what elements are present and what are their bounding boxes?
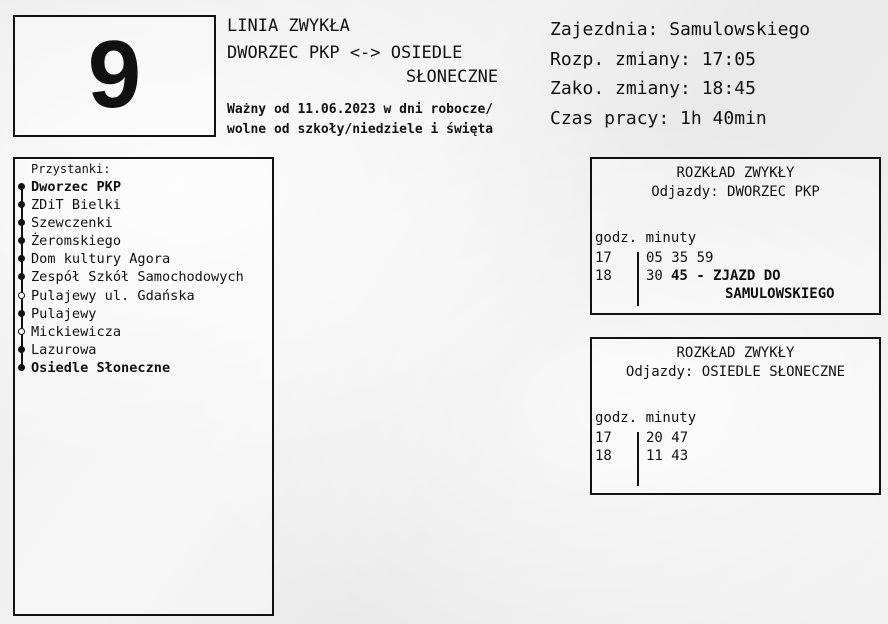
stop-dot-icon <box>18 309 25 317</box>
stop-name: ZDiT Bielki <box>31 197 122 214</box>
timetable-direction: Odjazdy: DWORZEC PKP <box>651 184 820 200</box>
stop-dot-icon <box>18 291 25 299</box>
route-line-1: DWORZEC PKP <-> OSIEDLE <box>227 43 463 63</box>
stop-name: Osiedle Słoneczne <box>31 359 171 376</box>
stops-list: Dworzec PKP ZDiT Bielki Szewczenki Żerom… <box>15 178 244 377</box>
stop-name: Lazurowa <box>31 341 97 358</box>
stops-panel: Przystanki: Dworzec PKP ZDiT Bielki Szew… <box>13 157 274 616</box>
stop-item: Dom kultury Agora <box>15 250 244 268</box>
stop-item: Żeromskiego <box>15 232 244 250</box>
stop-item: Pulajewy <box>15 305 244 323</box>
stop-item: Lazurowa <box>15 341 244 359</box>
line-type: LINIA ZWYKŁA <box>227 16 350 36</box>
route-line-2: SŁONECZNE <box>406 67 499 87</box>
validity-note: Ważny od 11.06.2023 w dni robocze/ wolne… <box>227 100 493 140</box>
stop-item: Mickiewicza <box>15 323 244 341</box>
stop-name: Pulajewy ul. Gdańska <box>31 287 195 304</box>
timetable-title: ROZKŁAD ZWYKŁY <box>676 345 795 361</box>
depot-return-note-2: SAMULOWSKIEGO <box>725 286 835 302</box>
stop-dot-icon <box>18 273 25 281</box>
timetable-columns: godz. minuty <box>595 410 697 426</box>
depot-return-note: 45 - ZJAZD DO <box>671 268 781 284</box>
stop-dot-icon <box>18 237 25 245</box>
minutes-cell: 05 35 59 <box>646 250 714 266</box>
work-time: Czas pracy: 1h 40min <box>550 107 767 129</box>
minutes-cell: 30 <box>646 268 663 284</box>
timetable-dworzec-pkp: ROZKŁAD ZWYKŁY Odjazdy: DWORZEC PKP godz… <box>590 157 881 315</box>
stop-dot-icon <box>18 327 25 335</box>
stop-dot-icon <box>18 363 25 371</box>
hour-cell: 17 <box>595 430 612 446</box>
depot: Zajezdnia: Samulowskiego <box>550 19 811 40</box>
hour-separator <box>637 432 639 486</box>
validity-line-1: Ważny od 11.06.2023 w dni robocze/ <box>227 102 494 117</box>
validity-line-2: wolne od szkoły/niedziele i święta <box>227 122 494 137</box>
stop-name: Mickiewicza <box>31 323 122 340</box>
stop-item: Szewczenki <box>15 214 244 232</box>
timetable-title: ROZKŁAD ZWYKŁY <box>676 165 795 181</box>
hour-cell: 17 <box>595 250 612 266</box>
hour-separator <box>637 252 639 306</box>
stop-name: Szewczenki <box>31 215 113 232</box>
timetable-columns: godz. minuty <box>595 230 697 246</box>
line-number: 9 <box>87 21 142 128</box>
shift-start: Rozp. zmiany: 17:05 <box>550 48 756 70</box>
shift-info: Zajezdnia: Samulowskiego Rozp. zmiany: 1… <box>550 15 810 133</box>
stop-name: Zespół Szkół Samochodowych <box>31 269 244 286</box>
stop-name: Dworzec PKP <box>31 179 122 195</box>
stop-name: Pulajewy <box>31 305 97 322</box>
shift-end: Zako. zmiany: 18:45 <box>550 78 756 99</box>
hour-cell: 18 <box>595 448 612 464</box>
stop-dot-icon <box>18 219 25 227</box>
stop-name: Żeromskiego <box>31 233 122 250</box>
stop-item: Pulajewy ul. Gdańska <box>15 287 244 305</box>
minutes-cell: 20 47 <box>646 430 689 446</box>
stop-item: Osiedle Słoneczne <box>15 359 244 377</box>
stops-title: Przystanki: <box>31 162 111 176</box>
stop-dot-icon <box>18 201 25 209</box>
stop-item: Zespół Szkół Samochodowych <box>15 268 244 286</box>
stop-item: ZDiT Bielki <box>15 196 244 214</box>
minutes-cell: 11 43 <box>646 448 689 464</box>
line-number-box: 9 <box>13 15 216 137</box>
route-title: DWORZEC PKP <-> OSIEDLE SŁONECZNE <box>227 41 498 89</box>
stop-dot-icon <box>18 255 25 263</box>
stop-dot-icon <box>18 183 25 190</box>
stop-name: Dom kultury Agora <box>31 251 171 268</box>
stop-dot-icon <box>18 345 25 353</box>
hour-cell: 18 <box>595 268 612 284</box>
stop-item: Dworzec PKP <box>15 178 244 196</box>
timetable-osiedle-sloneczne: ROZKŁAD ZWYKŁY Odjazdy: OSIEDLE SŁONECZN… <box>590 337 881 495</box>
timetable-direction: Odjazdy: OSIEDLE SŁONECZNE <box>625 364 846 380</box>
